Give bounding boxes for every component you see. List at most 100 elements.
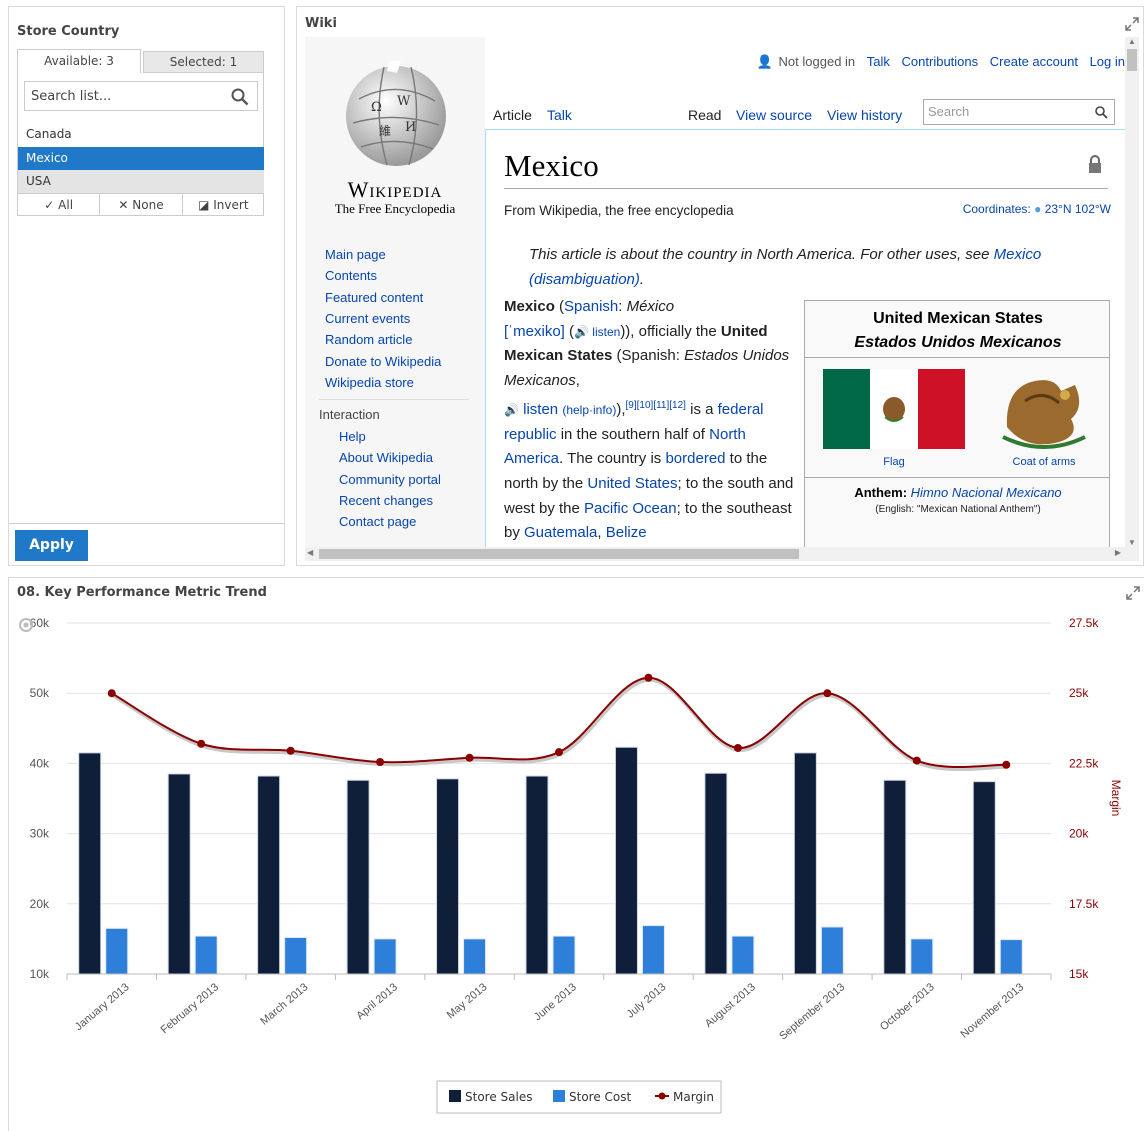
y-left-tick-label: 50k — [30, 686, 50, 700]
scroll-left-icon[interactable]: ◀ — [307, 548, 313, 557]
bar-store-sales — [525, 775, 549, 975]
tab-read[interactable]: Read — [682, 101, 728, 129]
lock-icon — [1089, 155, 1101, 173]
bar-store-cost — [463, 938, 487, 975]
tab-article[interactable]: Article — [487, 101, 538, 129]
invert-selection-button[interactable]: ◪ Invert — [183, 194, 264, 216]
coordinates-link[interactable]: 23°N 102°W — [1045, 202, 1111, 216]
margin-point — [733, 743, 742, 752]
tab-available[interactable]: Available: 3 — [17, 49, 141, 73]
nav-wikipedia-store[interactable]: Wikipedia store — [325, 375, 414, 390]
bar-store-cost — [194, 935, 218, 975]
x-tick-label: January 2013 — [73, 981, 132, 1033]
nav-main-page[interactable]: Main page — [325, 247, 386, 262]
scroll-right-icon[interactable]: ▶ — [1115, 548, 1121, 557]
list-item-canada[interactable]: Canada — [18, 123, 264, 146]
list-actions: ✓ All ✕ None ◪ Invert — [18, 193, 264, 216]
invert-icon: ◪ — [198, 198, 214, 212]
search-icon[interactable] — [1095, 106, 1108, 119]
list-item-usa[interactable]: USA — [18, 170, 264, 193]
nav-contact-page[interactable]: Contact page — [339, 514, 416, 529]
wikipedia-globe-logo[interactable]: Ω W И 維 — [339, 59, 453, 173]
tab-view-history[interactable]: View history — [821, 101, 908, 129]
y-right-tick-label: 22.5k — [1069, 756, 1099, 770]
svg-text:W: W — [397, 94, 411, 109]
margin-point — [1002, 760, 1011, 769]
nav-current-events[interactable]: Current events — [325, 311, 410, 326]
contributions-link[interactable]: Contributions — [902, 54, 979, 69]
list-tabs: Available: 3 Selected: 1 — [17, 49, 264, 73]
expand-icon[interactable] — [1125, 17, 1139, 31]
select-all-button[interactable]: ✓ All — [18, 194, 101, 216]
talk-link[interactable]: Talk — [867, 54, 890, 69]
margin-point — [465, 753, 474, 762]
chart-line — [107, 673, 1011, 772]
bar-store-cost — [373, 938, 397, 975]
bar-store-cost — [820, 926, 844, 975]
horizontal-scroll-thumb[interactable] — [319, 549, 799, 559]
nav-contents[interactable]: Contents — [325, 268, 377, 283]
country-infobox: United Mexican States Estados Unidos Mex… — [804, 300, 1110, 561]
horizontal-scrollbar[interactable]: ◀ ▶ — [305, 547, 1139, 561]
wiki-search-box[interactable]: Search — [923, 99, 1115, 125]
apply-button[interactable]: Apply — [15, 530, 88, 561]
nav-featured-content[interactable]: Featured content — [325, 290, 423, 305]
legend-label: Store Cost — [569, 1090, 632, 1104]
mexico-flag-image[interactable] — [823, 369, 965, 449]
not-logged-in: Not logged in — [778, 54, 856, 69]
vertical-scrollbar[interactable]: ▲ ▼ — [1125, 37, 1139, 547]
nav-community-portal[interactable]: Community portal — [339, 472, 441, 487]
select-none-button[interactable]: ✕ None — [100, 194, 183, 216]
bar-store-cost — [552, 935, 576, 975]
nav-help[interactable]: Help — [339, 429, 366, 444]
nav-donate[interactable]: Donate to Wikipedia — [325, 354, 441, 369]
bar-store-sales — [346, 779, 370, 975]
search-icon[interactable] — [231, 88, 249, 106]
apply-bar: Apply — [9, 523, 284, 565]
nav-about[interactable]: About Wikipedia — [339, 450, 433, 465]
search-list-input[interactable] — [25, 82, 225, 110]
list-item-mexico[interactable]: Mexico — [18, 147, 264, 170]
y-right-tick-label: 15k — [1069, 967, 1089, 981]
wiki-search-placeholder: Search — [928, 104, 970, 119]
scroll-up-icon[interactable]: ▲ — [1128, 37, 1136, 46]
scroll-down-icon[interactable]: ▼ — [1128, 538, 1136, 547]
margin-point — [555, 748, 563, 757]
y-right-tick-label: 27.5k — [1069, 616, 1099, 630]
search-list-box — [24, 81, 258, 111]
kpi-trend-chart: 60k 27.5k50k 25k40k 22.5k30k 20k20k 17.5k10k 1… — [19, 616, 1123, 1114]
legend-swatch — [449, 1090, 461, 1102]
x-tick-label: September 2013 — [777, 981, 847, 1042]
vertical-scroll-thumb[interactable] — [1127, 49, 1137, 71]
coordinates: Coordinates: ● 23°N 102°W — [963, 202, 1111, 216]
create-account-link[interactable]: Create account — [990, 54, 1078, 69]
wiki-article: Mexico From Wikipedia, the free encyclop… — [485, 130, 1125, 561]
coat-of-arms-caption[interactable]: Coat of arms — [995, 456, 1093, 468]
tab-talk[interactable]: Talk — [541, 101, 578, 129]
article-lead-paragraph: Mexico (Spanish: México [ˈmexiko] (🔊 list… — [504, 298, 794, 542]
infobox-native-name: Estados Unidos Mexicanos — [854, 334, 1062, 351]
close-icon: ✕ — [118, 198, 133, 212]
bar-store-sales — [436, 778, 460, 975]
globe-icon: ● — [1034, 202, 1042, 216]
flag-caption[interactable]: Flag — [823, 456, 965, 468]
tab-selected[interactable]: Selected: 1 — [143, 51, 264, 73]
coat-of-arms-image[interactable] — [995, 367, 1093, 453]
margin-point — [197, 739, 206, 748]
x-tick-label: June 2013 — [532, 981, 579, 1023]
infobox-name: United Mexican States — [873, 310, 1043, 327]
login-link[interactable]: Log in — [1090, 54, 1125, 69]
x-tick-label: May 2013 — [445, 981, 490, 1021]
bar-store-cost — [284, 936, 308, 975]
anthem-link[interactable]: Himno Nacional Mexicano — [911, 485, 1062, 500]
wiki-panel-title: Wiki — [305, 16, 337, 31]
x-tick-label: March 2013 — [258, 981, 310, 1028]
nav-random-article[interactable]: Random article — [325, 332, 412, 347]
infobox-anthem: Anthem: Himno Nacional Mexicano — [854, 485, 1062, 500]
x-tick-label: August 2013 — [703, 981, 758, 1030]
tab-view-source[interactable]: View source — [730, 101, 818, 129]
nav-recent-changes[interactable]: Recent changes — [339, 493, 433, 508]
bar-store-sales — [167, 773, 191, 975]
bar-store-cost — [105, 927, 129, 975]
legend-label: Margin — [673, 1090, 714, 1104]
